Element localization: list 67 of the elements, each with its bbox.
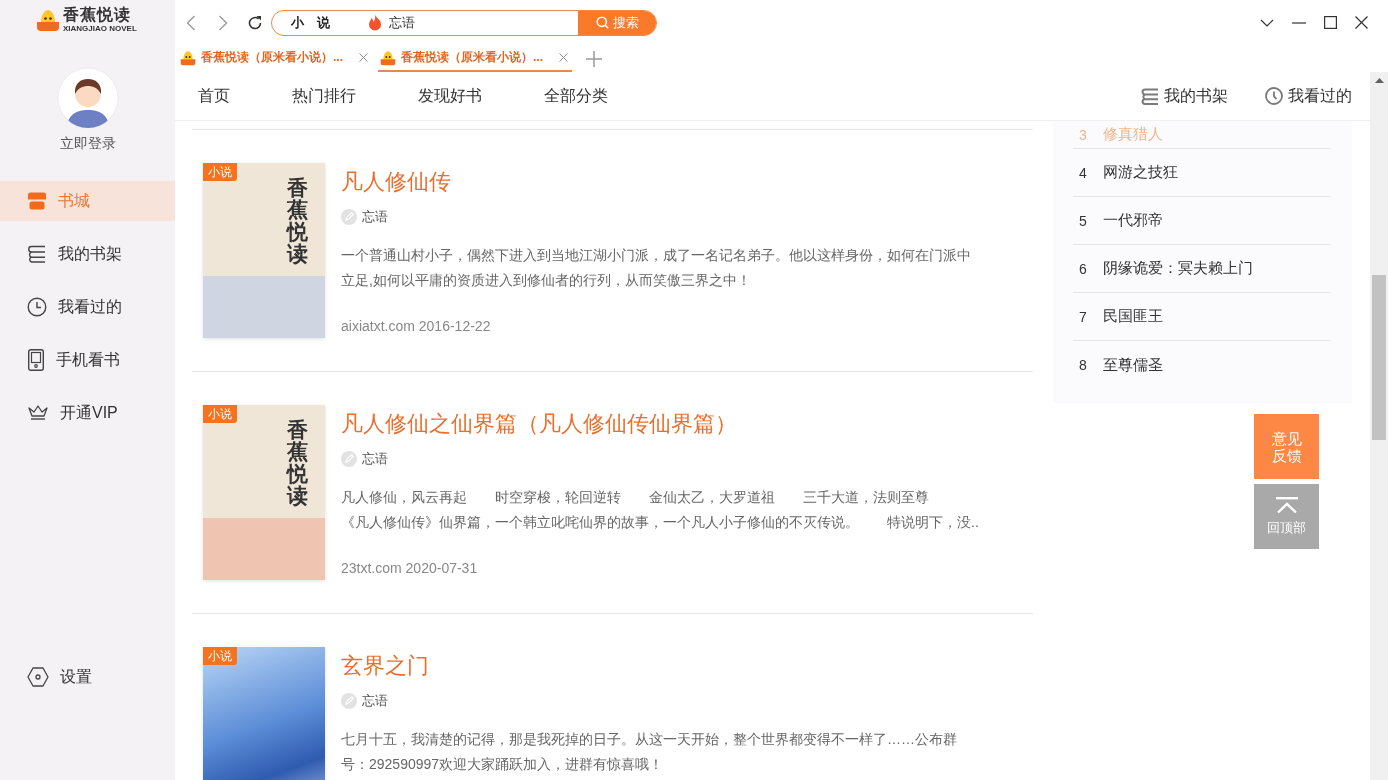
settings-icon [27, 667, 49, 687]
nav-tab[interactable]: 发现好书 [418, 85, 482, 107]
book-description: 七月十五，我清楚的记得，那是我死掉的日子。从这一天开始，整个世界都变得不一样了……公布群 号：292590997欢迎大家踊跃加入，进群有惊喜哦！ [341, 730, 958, 774]
phone-icon [27, 349, 45, 371]
book-source: aixiatxt.com 2016-12-22 [341, 317, 492, 336]
close-tab-icon[interactable] [359, 53, 368, 62]
minimize-icon[interactable] [1292, 21, 1306, 24]
book-source: 23txt.com 2020-07-31 [341, 559, 479, 578]
close-icon[interactable] [1355, 16, 1368, 29]
cover-title: 香蕉悦读 [287, 419, 308, 511]
header-link[interactable]: 我看过的 [1265, 85, 1352, 107]
header-link[interactable]: 我的书架 [1141, 85, 1228, 107]
login-link[interactable]: 立即登录 [59, 133, 116, 153]
sidebar-item[interactable]: 我的书架 [0, 234, 175, 274]
category-selector[interactable]: 小 说 [272, 13, 330, 32]
scrollbar[interactable] [1370, 72, 1388, 780]
logo-title: 香蕉悦读 [63, 6, 131, 24]
browser-tab[interactable]: 香蕉悦读（原米看小说）... [178, 45, 372, 72]
logo-icon [380, 49, 396, 66]
cover-title: 香蕉悦读 [287, 177, 308, 269]
pen-icon [341, 209, 357, 225]
search-icon [595, 16, 609, 29]
ranking-item[interactable]: 7 民国匪王 [1073, 293, 1331, 341]
author-name[interactable]: 忘语 [362, 450, 388, 468]
new-tab-icon[interactable] [586, 50, 602, 67]
author-name[interactable]: 忘语 [362, 692, 388, 710]
maximize-icon[interactable] [1324, 16, 1337, 29]
sidebar-item[interactable]: 手机看书 [0, 340, 175, 380]
flame-icon [368, 14, 382, 31]
logo-icon [180, 49, 196, 66]
ranking-item[interactable]: 5 一代邪帝 [1073, 197, 1331, 245]
scroll-up-icon[interactable] [1374, 78, 1384, 83]
sidebar-item[interactable]: 我看过的 [0, 287, 175, 327]
pen-icon [341, 693, 357, 709]
book-cover[interactable]: 香蕉悦读 小说 [203, 405, 325, 580]
close-tab-icon[interactable] [559, 53, 568, 62]
nav-tab[interactable]: 热门排行 [292, 85, 356, 107]
ranking-item[interactable]: 4 网游之技狂 [1073, 149, 1331, 197]
browser-tab[interactable]: 香蕉悦读（原米看小说）... [378, 45, 572, 72]
book-description: 一个普通山村小子，偶然下进入到当地江湖小门派，成了一名记名弟子。他以这样身份，如何在门派中 立足,如何以平庸的资质进入到修仙者的行列，从而笑傲三界之中！ [341, 246, 972, 290]
settings-item[interactable]: 设置 [0, 657, 175, 697]
author-name[interactable]: 忘语 [362, 208, 388, 226]
ranking-item[interactable]: 6 阴缘诡爱：冥夫赖上门 [1073, 245, 1331, 293]
logo-subtitle: XIANGJIAO NOVEL [63, 24, 137, 34]
clock-icon [1265, 87, 1283, 105]
store-icon [27, 192, 47, 210]
book-description: 凡人修仙，风云再起 时空穿梭，轮回逆转 金仙太乙，大罗道祖 三千大道，法则至尊 《凡人修仙传》仙界篇，一个韩立叱咤仙界的故事，一个凡人小子修仙的不灭传说。 特说明下，没.. [341, 488, 980, 532]
sidebar-item[interactable]: 开通VIP [0, 393, 175, 433]
forward-icon[interactable] [218, 14, 228, 31]
back-icon[interactable] [186, 14, 196, 31]
refresh-icon[interactable] [247, 14, 263, 31]
bookshelf-icon [27, 245, 47, 263]
genre-tag: 小说 [203, 405, 237, 423]
avatar-icon[interactable] [56, 67, 119, 129]
nav-tab[interactable]: 全部分类 [544, 85, 608, 107]
crown-icon [27, 404, 49, 422]
logo-icon [36, 8, 60, 32]
genre-tag: 小说 [203, 647, 237, 665]
ranking-item[interactable]: 8 至尊儒圣 [1073, 341, 1331, 389]
pen-icon [341, 451, 357, 467]
genre-tag: 小说 [203, 163, 237, 181]
scrollbar-thumb[interactable] [1372, 275, 1386, 440]
clock-icon [27, 297, 47, 317]
book-cover[interactable]: 香蕉悦读 小说 [203, 163, 325, 338]
chevron-down-icon[interactable] [1260, 18, 1274, 27]
bookshelf-icon [1141, 87, 1159, 105]
nav-tab[interactable]: 首页 [198, 85, 230, 107]
